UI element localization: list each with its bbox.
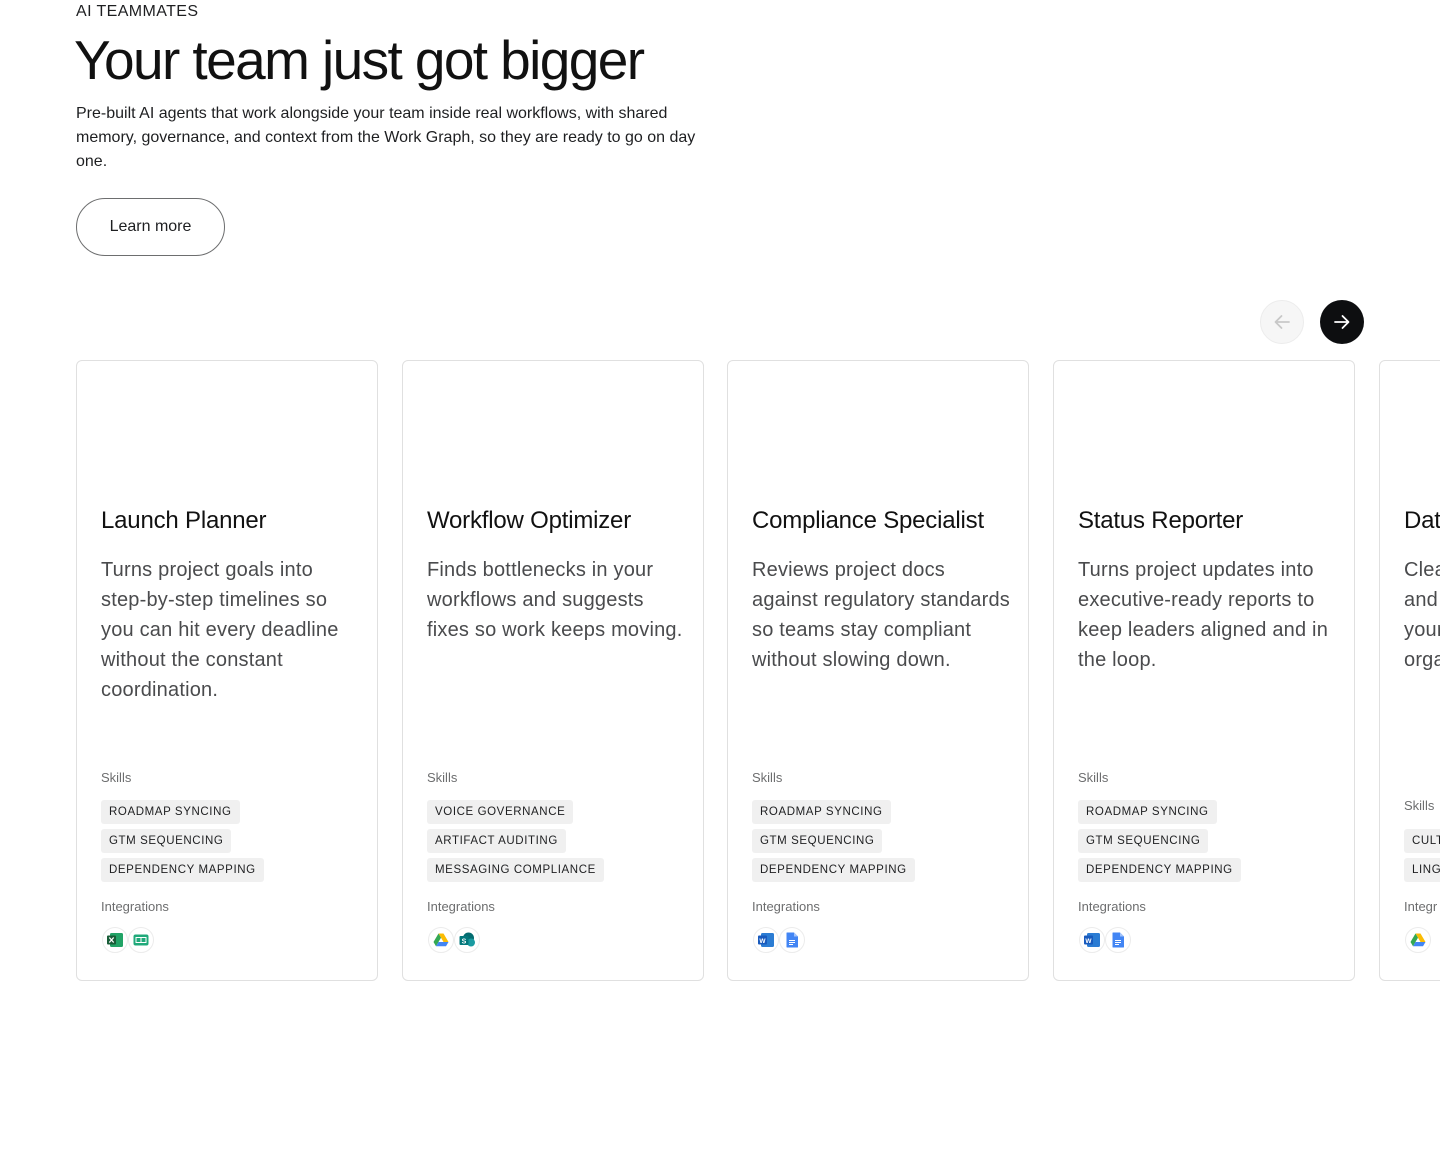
card-description-line: your: [1404, 619, 1440, 641]
card-title: Launch Planner: [101, 507, 267, 534]
integrations-list: W: [753, 927, 805, 953]
integrations-list: [102, 927, 154, 953]
word-icon: W: [1079, 927, 1105, 953]
arrow-right-icon: [1334, 315, 1350, 329]
carousel-next-button[interactable]: [1320, 300, 1364, 344]
skill-tag: ARTIFACT AUDITING: [427, 829, 566, 853]
skill-tag: GTM SEQUENCING: [752, 829, 883, 853]
arrow-left-icon: [1274, 315, 1290, 329]
card-description-line: Clea: [1404, 559, 1440, 581]
skill-tag: ROADMAP SYNCING: [1078, 800, 1217, 824]
integrations-label: Integrations: [1078, 899, 1146, 914]
skill-tag: MESSAGING COMPLIANCE: [427, 858, 604, 882]
skills-label: Skills: [752, 770, 783, 785]
skill-tag: ROADMAP SYNCING: [101, 800, 240, 824]
page-title: Your team just got bigger: [74, 29, 645, 91]
skills-list: ROADMAP SYNCING GTM SEQUENCING DEPENDENC…: [1078, 800, 1348, 882]
agent-card[interactable]: Compliance Specialist Reviews project do…: [727, 360, 1029, 981]
card-description-line: orga: [1404, 649, 1440, 671]
card-title: Workflow Optimizer: [427, 507, 631, 534]
agent-card[interactable]: Workflow Optimizer Finds bottlenecks in …: [402, 360, 704, 981]
integrations-list: S: [428, 927, 480, 953]
skill-tag: GTM SEQUENCING: [101, 829, 232, 853]
skills-list: VOICE GOVERNANCE ARTIFACT AUDITING MESSA…: [427, 800, 697, 882]
card-description: Turns project goals into step-by-step ti…: [101, 559, 339, 701]
google-drive-icon: [1405, 927, 1431, 953]
integrations-label: Integr: [1404, 899, 1438, 914]
skills-list: CULT LING: [1404, 829, 1440, 882]
card-title: Dat: [1404, 507, 1440, 534]
svg-text:W: W: [1085, 938, 1092, 945]
card-description: Reviews project docs against regulatory …: [752, 559, 1010, 671]
agent-card[interactable]: Status Reporter Turns project updates in…: [1053, 360, 1355, 981]
eyebrow-label: AI TEAMMATES: [76, 3, 199, 20]
carousel-prev-button[interactable]: [1260, 300, 1304, 344]
intro-paragraph: Pre-built AI agents that work alongside …: [76, 105, 696, 170]
skill-tag: VOICE GOVERNANCE: [427, 800, 574, 824]
integrations-list: W: [1079, 927, 1131, 953]
agent-carousel: Launch Planner Turns project goals into …: [0, 360, 1440, 1000]
google-docs-icon: [1105, 927, 1131, 953]
integrations-label: Integrations: [101, 899, 169, 914]
skills-label: Skills: [1404, 798, 1435, 813]
skills-list: ROADMAP SYNCING GTM SEQUENCING DEPENDENC…: [752, 800, 1022, 882]
skill-tag: GTM SEQUENCING: [1078, 829, 1209, 853]
sheets-icon: [128, 927, 154, 953]
card-description: Finds bottlenecks in your workflows and …: [427, 559, 683, 641]
card-description: Turns project updates into executive-rea…: [1078, 559, 1329, 671]
google-docs-icon: [779, 927, 805, 953]
skill-tag: DEPENDENCY MAPPING: [101, 858, 264, 882]
card-description: Clea and your orga: [1404, 555, 1440, 675]
sharepoint-icon: S: [454, 927, 480, 953]
skill-tag: ROADMAP SYNCING: [752, 800, 891, 824]
skills-list: ROADMAP SYNCING GTM SEQUENCING DEPENDENC…: [101, 800, 371, 882]
skills-label: Skills: [101, 770, 132, 785]
word-icon: W: [753, 927, 779, 953]
learn-more-button[interactable]: Learn more: [76, 198, 225, 256]
integrations-label: Integrations: [752, 899, 820, 914]
skills-label: Skills: [427, 770, 458, 785]
agent-card[interactable]: Launch Planner Turns project goals into …: [76, 360, 378, 981]
card-title: Status Reporter: [1078, 507, 1244, 534]
excel-icon: [102, 927, 128, 953]
skill-tag: LING: [1404, 858, 1440, 882]
card-description-line: and: [1404, 589, 1438, 611]
integrations-list: [1405, 927, 1431, 953]
skill-tag: DEPENDENCY MAPPING: [752, 858, 915, 882]
card-title: Compliance Specialist: [752, 507, 984, 534]
agent-card[interactable]: Dat Clea and your orga Skills CULT LING …: [1379, 360, 1440, 981]
skills-label: Skills: [1078, 770, 1109, 785]
skill-tag: DEPENDENCY MAPPING: [1078, 858, 1241, 882]
svg-text:W: W: [759, 938, 766, 945]
integrations-label: Integrations: [427, 899, 495, 914]
svg-text:S: S: [462, 938, 467, 945]
skill-tag: CULT: [1404, 829, 1440, 853]
google-drive-icon: [428, 927, 454, 953]
